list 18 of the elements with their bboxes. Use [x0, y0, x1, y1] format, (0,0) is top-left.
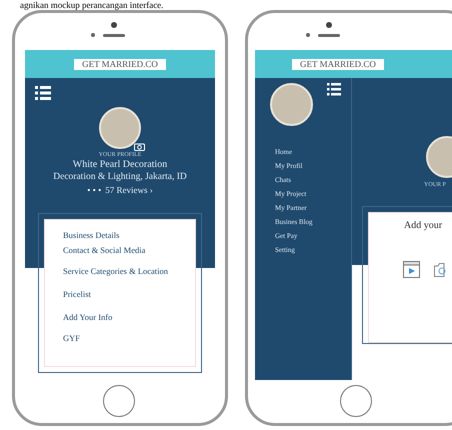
rating-dots: • • •	[87, 184, 102, 196]
speaker-slot	[103, 34, 125, 37]
home-button[interactable]	[340, 385, 372, 417]
business-info: Decoration & Lighting, Jakarta, ID	[53, 171, 187, 183]
brand-logo: GET MARRIED.CO	[74, 58, 166, 70]
caption-text: agnikan mockup perancangan interface.	[20, 0, 164, 10]
avatar-photo-placeholder	[99, 107, 141, 149]
menu-icon[interactable]	[35, 86, 51, 100]
speaker-slot	[318, 34, 340, 37]
video-icon[interactable]	[403, 261, 420, 278]
avatar-photo-placeholder	[270, 83, 313, 126]
card-title: Add your	[404, 220, 442, 232]
home-button[interactable]	[103, 385, 135, 417]
brand-logo: GET MARRIED.CO	[292, 58, 384, 70]
business-name: White Pearl Decoration	[72, 159, 168, 171]
camera-icon[interactable]	[134, 142, 145, 151]
reviews-link[interactable]: 57 Reviews ›	[105, 184, 153, 196]
menu-icon[interactable]	[327, 83, 341, 96]
